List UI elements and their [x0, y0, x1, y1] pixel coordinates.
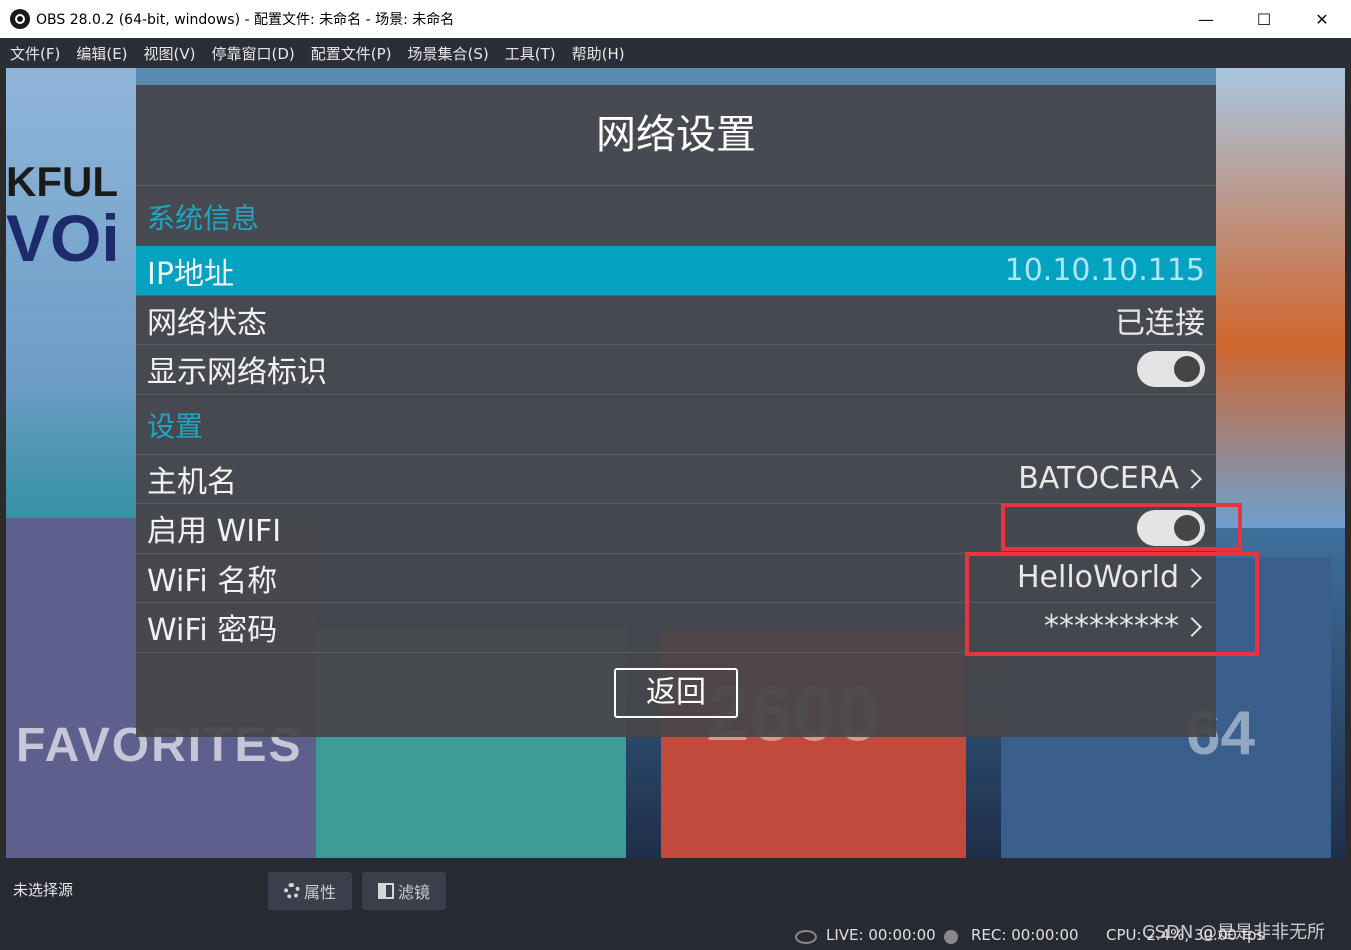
wifi-enable-label: 启用 WIFI [147, 513, 282, 549]
menu-edit[interactable]: 编辑(E) [70, 43, 133, 64]
obs-logo-icon [10, 9, 30, 29]
chevron-right-icon [1182, 468, 1202, 489]
divider [136, 185, 1216, 186]
menu-bar: 文件(F) 编辑(E) 视图(V) 停靠窗口(D) 配置文件(P) 场景集合(S… [0, 38, 1351, 68]
divider [136, 394, 1216, 395]
row-ip-address[interactable]: IP地址 10.10.10.115 [136, 246, 1216, 295]
row-hostname[interactable]: 主机名 BATOCERA [136, 454, 1216, 503]
wifi-password-label: WiFi 密码 [147, 612, 278, 648]
bg-voi-text: VOi [6, 201, 120, 275]
rec-status: REC: 00:00:00 [971, 926, 1079, 944]
back-button[interactable]: 返回 [614, 668, 738, 718]
show-network-toggle[interactable] [1137, 350, 1205, 387]
filters-button[interactable]: 滤镜 [362, 872, 447, 910]
close-button[interactable]: ✕ [1293, 0, 1351, 38]
row-network-status[interactable]: 网络状态 已连接 [136, 295, 1216, 344]
menu-file[interactable]: 文件(F) [4, 43, 66, 64]
live-status: LIVE: 00:00:00 [826, 926, 936, 944]
menu-tools[interactable]: 工具(T) [499, 43, 562, 64]
properties-button[interactable]: 属性 [268, 872, 353, 910]
status-value: 已连接 [1115, 305, 1205, 341]
ip-value: 10.10.10.115 [1004, 253, 1205, 288]
filters-label: 滤镜 [398, 883, 431, 902]
menu-profile[interactable]: 配置文件(P) [305, 43, 398, 64]
no-source-label: 未选择源 [13, 881, 74, 899]
filter-icon [378, 883, 394, 899]
broadcast-icon [795, 930, 817, 944]
gear-icon [284, 883, 300, 899]
show-network-label: 显示网络标识 [147, 354, 327, 390]
menu-scene-collection[interactable]: 场景集合(S) [402, 43, 495, 64]
minimize-button[interactable]: — [1177, 0, 1235, 38]
wifi-name-label: WiFi 名称 [147, 563, 278, 599]
row-show-network[interactable]: 显示网络标识 [136, 344, 1216, 393]
ip-label: IP地址 [147, 256, 234, 292]
window-controls: — ☐ ✕ [1177, 0, 1351, 38]
status-label: 网络状态 [147, 305, 267, 341]
maximize-button[interactable]: ☐ [1235, 0, 1293, 38]
window-titlebar: OBS 28.0.2 (64-bit, windows) - 配置文件: 未命名… [0, 0, 1351, 38]
dialog-title: 网络设置 [596, 112, 756, 158]
menu-docks[interactable]: 停靠窗口(D) [206, 43, 301, 64]
properties-label: 属性 [304, 883, 337, 902]
hostname-value: BATOCERA [1018, 461, 1179, 496]
csdn-watermark: CSDN @是是非非无所 [1142, 922, 1326, 943]
hostname-label: 主机名 [147, 464, 237, 500]
section-settings: 设置 [147, 410, 204, 443]
bg-right-art [1216, 68, 1345, 528]
menu-view[interactable]: 视图(V) [138, 43, 202, 64]
window-title: OBS 28.0.2 (64-bit, windows) - 配置文件: 未命名… [36, 12, 455, 28]
toggle-knob [1174, 355, 1200, 382]
annotation-box-wifi-toggle [1001, 503, 1242, 551]
annotation-box-wifi-credentials [965, 552, 1259, 656]
bg-kful-text: KFUL [6, 158, 118, 205]
section-system-info: 系统信息 [147, 202, 260, 235]
record-icon [944, 930, 958, 944]
menu-help[interactable]: 帮助(H) [566, 43, 631, 64]
